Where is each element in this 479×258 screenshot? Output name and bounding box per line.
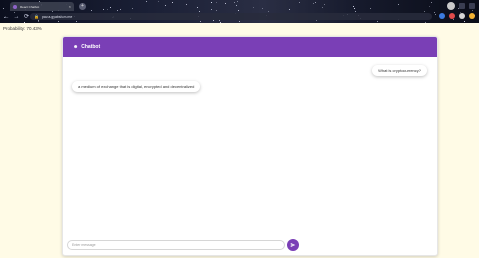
browser-tab[interactable]: React Chatbot ×	[10, 2, 74, 11]
address-bar[interactable]: 🔒 pav.a.gyabsh.m.me	[30, 13, 432, 20]
chatbot-panel: ☻ Chatbot What is cryptocurrency? a medi…	[62, 36, 438, 256]
minimize-button[interactable]	[459, 3, 465, 9]
extensions-area	[439, 13, 475, 19]
tab-title: React Chatbot	[20, 4, 40, 9]
extension-icon[interactable]	[439, 13, 445, 19]
url-text[interactable]: pav.a.gyabsh.m.me	[42, 15, 72, 19]
tab-strip: React Chatbot × +	[0, 0, 479, 11]
chatbot-header: ☻ Chatbot	[63, 37, 437, 57]
send-button[interactable]	[287, 239, 299, 251]
profile-icon[interactable]	[469, 13, 475, 19]
reload-icon[interactable]: ⟳	[23, 14, 30, 21]
profile-avatar[interactable]	[447, 2, 455, 10]
tab-close-icon[interactable]: ×	[69, 4, 71, 9]
lock-icon: 🔒	[34, 14, 39, 19]
new-tab-button[interactable]: +	[79, 3, 86, 10]
extension-icon[interactable]	[459, 13, 465, 19]
back-icon[interactable]: ←	[3, 14, 10, 21]
chatbot-title: Chatbot	[81, 44, 101, 50]
user-message: What is cryptocurrency?	[372, 65, 427, 76]
probability-label: Probability: 70.43%	[3, 26, 42, 31]
bot-icon: ☻	[73, 44, 79, 50]
maximize-button[interactable]	[469, 3, 475, 9]
message-input[interactable]	[72, 241, 284, 249]
navigation-bar: ← → ⟳ 🔒 pav.a.gyabsh.m.me	[0, 11, 479, 23]
window-controls	[447, 2, 475, 10]
extension-icon[interactable]	[449, 13, 455, 19]
favicon-icon	[13, 4, 17, 9]
forward-icon[interactable]: →	[13, 14, 20, 21]
send-icon	[290, 243, 296, 247]
bot-message: a medium of exchange that is digital, en…	[72, 81, 201, 92]
message-composer	[67, 240, 285, 250]
browser-chrome: React Chatbot × + ← → ⟳ 🔒 pav.a.gyabsh.m…	[0, 0, 479, 23]
